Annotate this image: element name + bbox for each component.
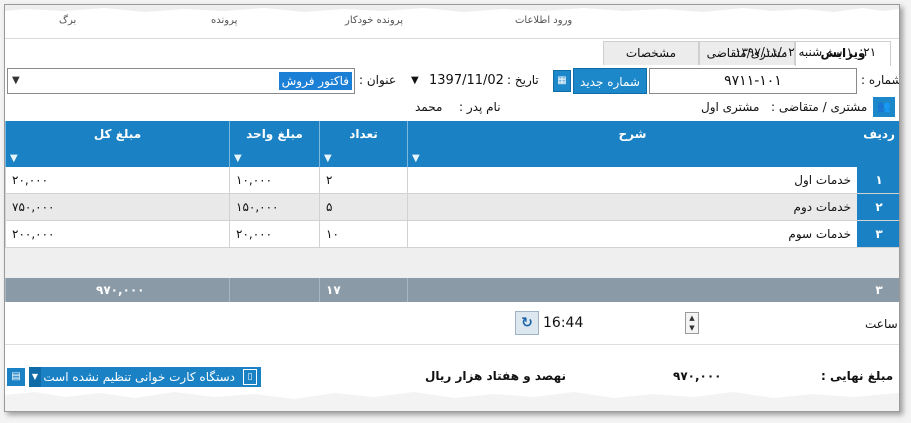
menu-item-auto-parvande[interactable]: پرونده خودکار	[345, 15, 403, 26]
invoice-window: برگ پرونده پرونده خودکار ورود اطلاعات وی…	[4, 4, 900, 412]
invoice-number-field[interactable]: ۹۷۱۱-۱۰۱	[649, 68, 857, 94]
row-unit-price[interactable]: ۱۰,۰۰۰	[229, 167, 319, 193]
column-header-total-label: مبلغ کل	[93, 127, 142, 141]
top-menu-bar: برگ پرونده پرونده خودکار ورود اطلاعات	[5, 5, 899, 39]
customer-row: 👥 مشتری / متقاضی : مشتری اول نام پدر : م…	[5, 97, 899, 119]
row-quantity[interactable]: ۵	[319, 194, 407, 220]
menu-item-data-entry[interactable]: ورود اطلاعات	[515, 15, 572, 26]
row-number: ۲	[857, 194, 899, 220]
filter-icon[interactable]: ▼	[412, 153, 420, 164]
chevron-down-icon[interactable]: ▼	[12, 75, 20, 86]
column-header-unit-price[interactable]: مبلغ واحد ▼	[229, 121, 319, 167]
row-total: ۷۵۰,۰۰۰	[5, 194, 229, 220]
row-number: ۱	[857, 167, 899, 193]
torn-edge-bottom	[5, 392, 899, 411]
column-header-quantity[interactable]: تعداد ▼	[319, 121, 407, 167]
time-spinner[interactable]: ▲ ▼	[685, 312, 699, 334]
row-quantity[interactable]: ۱۰	[319, 221, 407, 247]
grid-empty-area	[5, 248, 899, 278]
grid-header: ردیف شرح ▼ تعداد ▼ مبلغ واحد ▼ مبلغ کل ▼	[5, 121, 899, 167]
summary-description	[407, 278, 857, 302]
current-datetime: ۱۰:۲۱ سه شنبه ۱۳۹۷/۱۱/۰۲	[735, 45, 876, 59]
row-quantity[interactable]: ۲	[319, 167, 407, 193]
row-unit-price[interactable]: ۲۰,۰۰۰	[229, 221, 319, 247]
column-header-quantity-label: تعداد	[349, 127, 378, 141]
column-header-unit-price-label: مبلغ واحد	[246, 127, 303, 141]
row-description[interactable]: خدمات دوم	[407, 194, 857, 220]
summary-total: ۹۷۰,۰۰۰	[5, 278, 229, 302]
number-label: شماره :	[861, 73, 900, 87]
date-label: تاریخ :	[507, 73, 539, 87]
new-number-button[interactable]: شماره جدید	[573, 68, 647, 94]
items-grid: ردیف شرح ▼ تعداد ▼ مبلغ واحد ▼ مبلغ کل ▼…	[5, 121, 899, 302]
final-amount-label: مبلغ نهایی :	[821, 369, 894, 383]
menu-item-barg[interactable]: برگ	[59, 15, 76, 26]
row-description[interactable]: خدمات سوم	[407, 221, 857, 247]
status-footer: مبلغ نهایی : ۹۷۰,۰۰۰ نهصد و هفتاد هزار ر…	[5, 366, 899, 388]
amount-in-words: نهصد و هفتاد هزار ریال	[425, 369, 567, 383]
time-label: ساعت	[865, 317, 898, 331]
card-reader-status-text: دستگاه کارت خوانی تنظیم نشده است	[43, 370, 235, 384]
card-reader-status-button[interactable]: ▯ دستگاه کارت خوانی تنظیم نشده است ▼	[29, 367, 261, 387]
time-input[interactable]: 16:44	[543, 311, 683, 335]
torn-edge-top	[5, 5, 899, 12]
column-header-total[interactable]: مبلغ کل ▼	[5, 121, 229, 167]
filter-icon[interactable]: ▼	[234, 153, 242, 164]
row-number: ۳	[857, 221, 899, 247]
customer-value: مشتری اول	[701, 100, 760, 114]
current-time: ۱۰:۲۱	[846, 45, 877, 59]
summary-row-count: ۳	[875, 283, 883, 297]
date-dropdown-icon[interactable]: ▼	[411, 68, 419, 94]
table-row[interactable]: ۱ خدمات اول ۲ ۱۰,۰۰۰ ۲۰,۰۰۰	[5, 167, 899, 194]
chevron-down-icon[interactable]: ▼	[29, 367, 41, 387]
refresh-icon[interactable]: ↻	[515, 311, 539, 335]
column-header-description-label: شرح	[618, 127, 647, 141]
column-header-row-number[interactable]: ردیف	[857, 121, 899, 167]
title-label: عنوان :	[359, 73, 396, 87]
row-unit-price[interactable]: ۱۵۰,۰۰۰	[229, 194, 319, 220]
grid-summary-row: ۳ ۱۷ ۹۷۰,۰۰۰	[5, 278, 899, 302]
time-row: ساعت ▲ ▼ 16:44 ↻	[5, 307, 899, 345]
final-amount-value: ۹۷۰,۰۰۰	[673, 369, 722, 383]
current-day: سه شنبه	[798, 45, 843, 59]
menu-item-parvande[interactable]: پرونده	[211, 15, 237, 26]
row-description[interactable]: خدمات اول	[407, 167, 857, 193]
current-date: ۱۳۹۷/۱۱/۰۲	[735, 45, 795, 59]
column-header-description[interactable]: شرح ▼	[407, 121, 857, 167]
father-name-label: نام پدر :	[459, 100, 501, 114]
tab-details[interactable]: مشخصات	[603, 41, 699, 65]
calculator-icon[interactable]: ▤	[7, 368, 25, 386]
date-field[interactable]: ▼ 1397/11/02	[409, 68, 504, 94]
title-value: فاکتور فروش	[278, 72, 352, 90]
customers-icon[interactable]: 👥	[873, 97, 895, 117]
summary-quantity: ۱۷	[319, 278, 407, 302]
date-value: 1397/11/02	[429, 73, 504, 88]
filter-icon[interactable]: ▼	[324, 153, 332, 164]
table-row[interactable]: ۲ خدمات دوم ۵ ۱۵۰,۰۰۰ ۷۵۰,۰۰۰	[5, 194, 899, 221]
invoice-header-row: شماره : ۹۷۱۱-۱۰۱ شماره جدید ▦ تاریخ : ▼ …	[5, 67, 899, 95]
row-total: ۲۰,۰۰۰	[5, 167, 229, 193]
summary-unit-price	[229, 278, 319, 302]
father-name-value: محمد	[415, 100, 443, 114]
row-total: ۲۰۰,۰۰۰	[5, 221, 229, 247]
calendar-icon[interactable]: ▦	[553, 70, 571, 92]
table-row[interactable]: ۳ خدمات سوم ۱۰ ۲۰,۰۰۰ ۲۰۰,۰۰۰	[5, 221, 899, 248]
card-reader-icon: ▯	[243, 369, 257, 385]
customer-label: مشتری / متقاضی :	[771, 100, 868, 114]
title-combobox[interactable]: فاکتور فروش ▼	[7, 68, 355, 94]
filter-icon[interactable]: ▼	[10, 153, 18, 164]
